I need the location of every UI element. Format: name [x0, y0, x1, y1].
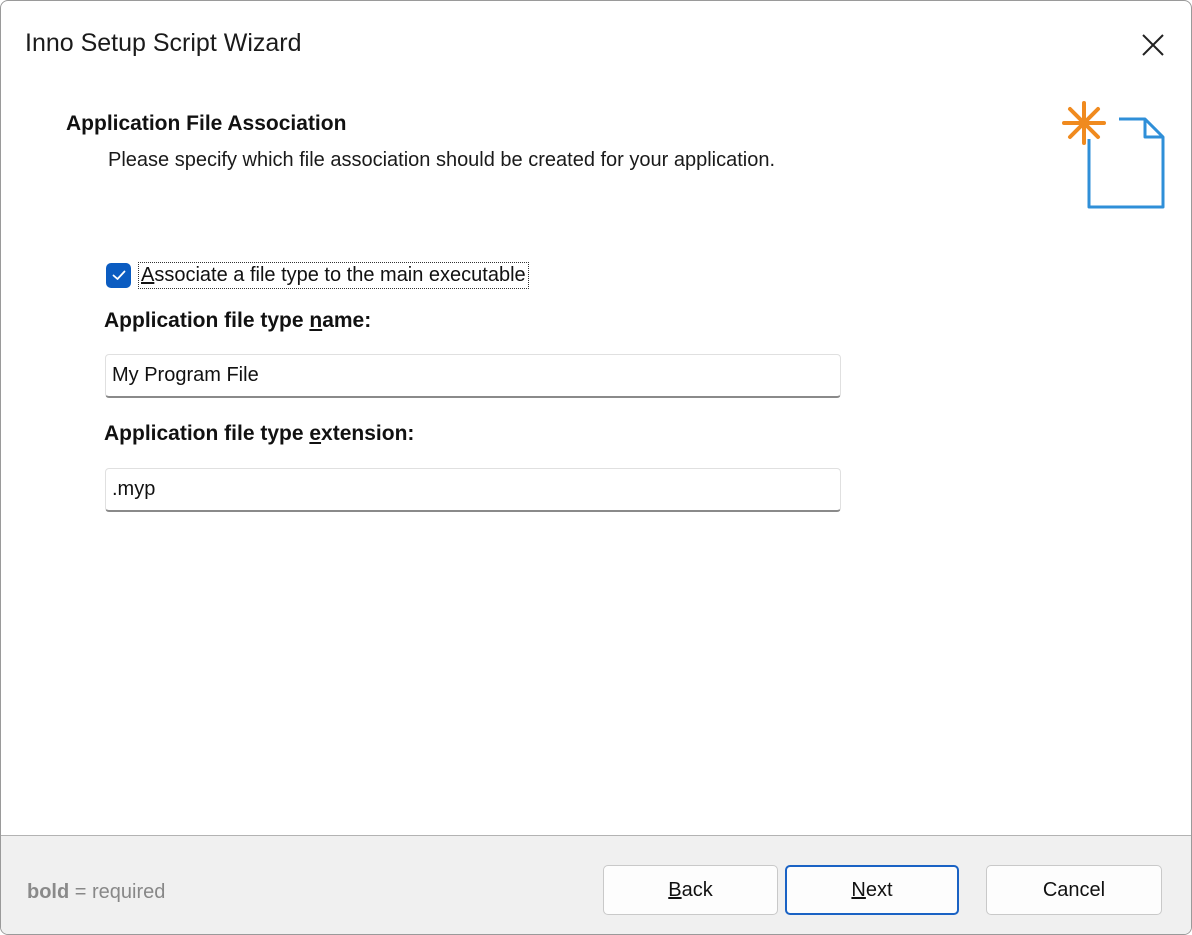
next-label: ext	[865, 878, 893, 901]
associate-mnemonic: A	[141, 263, 155, 286]
close-button[interactable]	[1133, 25, 1173, 65]
type-extension-label-end: xtension:	[321, 422, 415, 445]
type-name-label-end: ame:	[322, 309, 372, 332]
back-label: ack	[681, 878, 713, 901]
type-extension-mnemonic: e	[309, 422, 322, 445]
associate-checkbox[interactable]	[106, 262, 131, 288]
wizard-window: Inno Setup Script Wizard Application Fil…	[0, 0, 1192, 935]
title-bar: Inno Setup Script Wizard	[1, 1, 1191, 93]
associate-label-text: ssociate a file type to the main executa…	[154, 263, 526, 286]
type-extension-label: Application file type extension:	[104, 422, 414, 446]
page-subtitle: Please specify which file association sh…	[108, 149, 776, 171]
footer-bar: bold = required Back Next Cancel	[1, 835, 1191, 934]
type-name-input[interactable]	[105, 354, 841, 398]
page-title: Application File Association	[66, 112, 347, 135]
back-button[interactable]: Back	[603, 865, 778, 915]
window-title: Inno Setup Script Wizard	[25, 29, 302, 57]
type-name-mnemonic: n	[309, 309, 323, 332]
type-name-label: Application file type name:	[104, 309, 371, 333]
required-note: bold = required	[27, 881, 165, 904]
cancel-label: Cancel	[1042, 878, 1106, 901]
close-icon	[1142, 34, 1164, 56]
associate-option[interactable]: Associate a file type to the main execut…	[106, 259, 529, 291]
type-extension-input[interactable]	[105, 468, 841, 512]
next-mnemonic: N	[851, 878, 866, 901]
required-note-text: = required	[69, 881, 166, 903]
type-name-label-start: Application file type	[104, 309, 310, 332]
cancel-button[interactable]: Cancel	[986, 865, 1162, 915]
required-note-bold: bold	[27, 881, 70, 903]
back-mnemonic: B	[668, 878, 682, 901]
checkmark-icon	[112, 270, 125, 280]
next-button[interactable]: Next	[785, 865, 959, 915]
type-extension-label-start: Application file type	[104, 422, 310, 445]
new-document-sparkle-icon	[1062, 101, 1165, 209]
associate-checkbox-label[interactable]: Associate a file type to the main execut…	[138, 261, 529, 289]
